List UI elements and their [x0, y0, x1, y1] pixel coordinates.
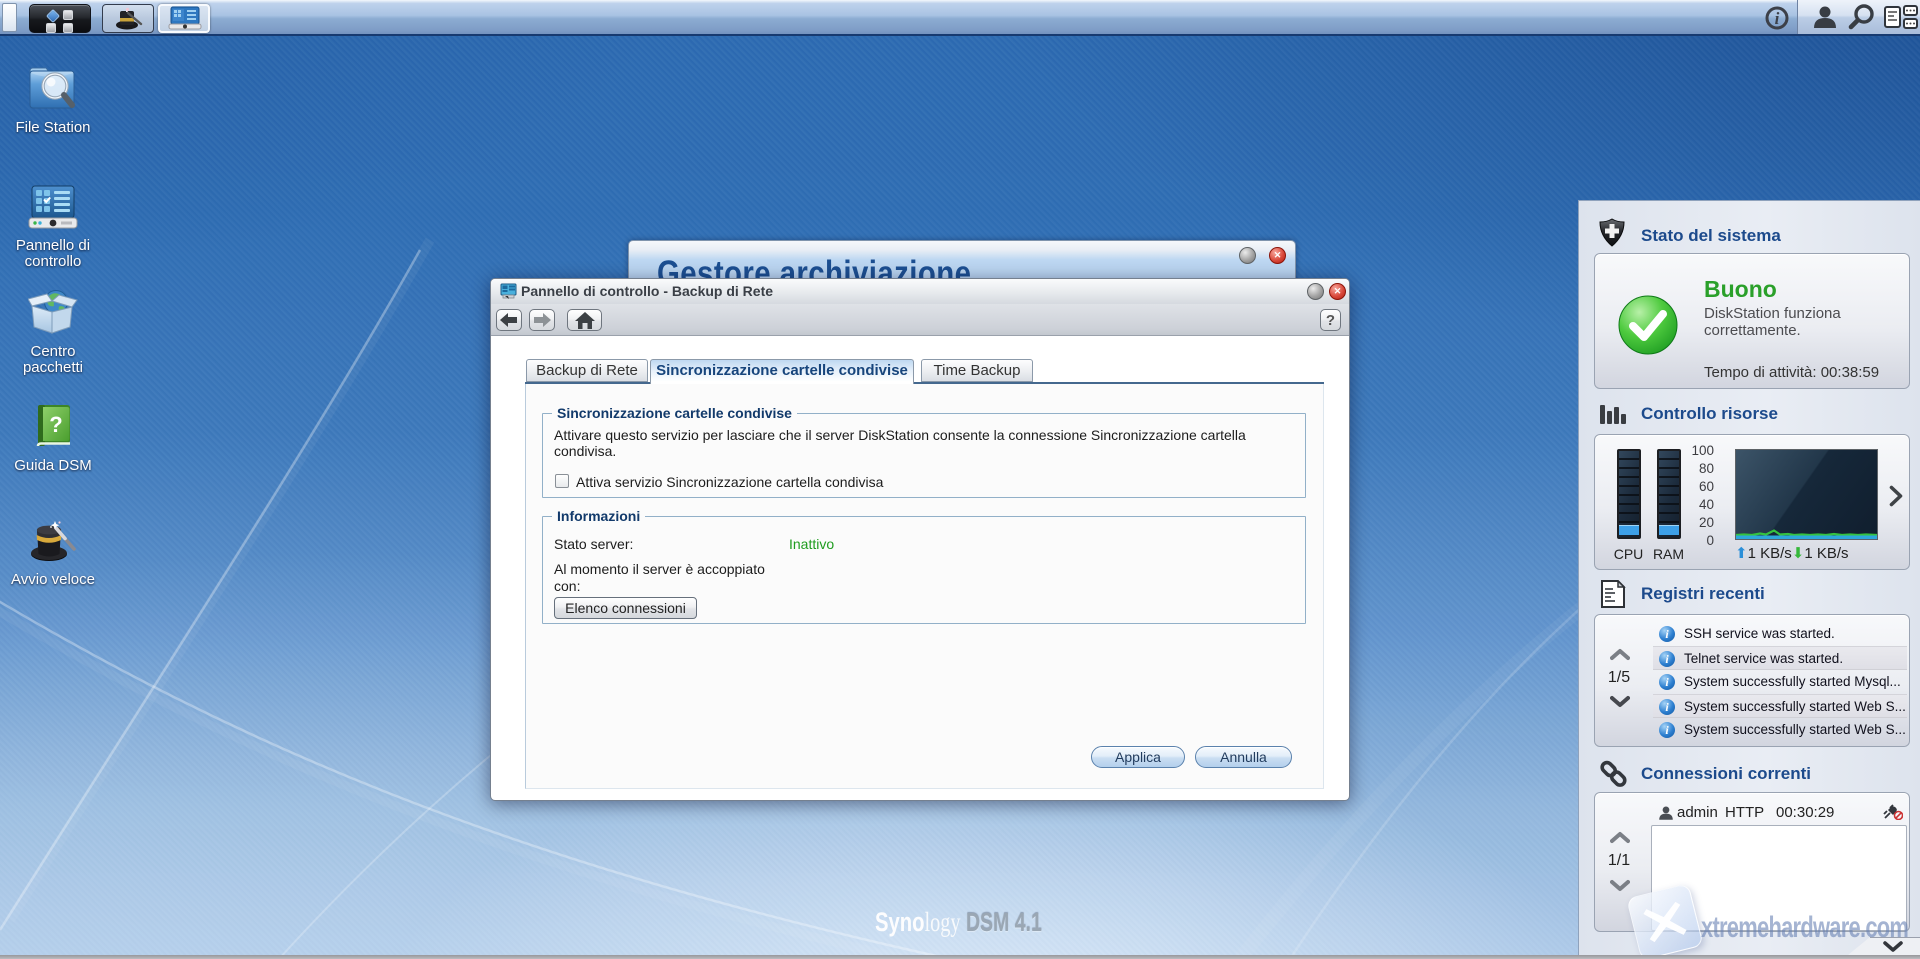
svg-text:i: i	[1775, 9, 1780, 28]
svg-text:?: ?	[49, 412, 62, 437]
